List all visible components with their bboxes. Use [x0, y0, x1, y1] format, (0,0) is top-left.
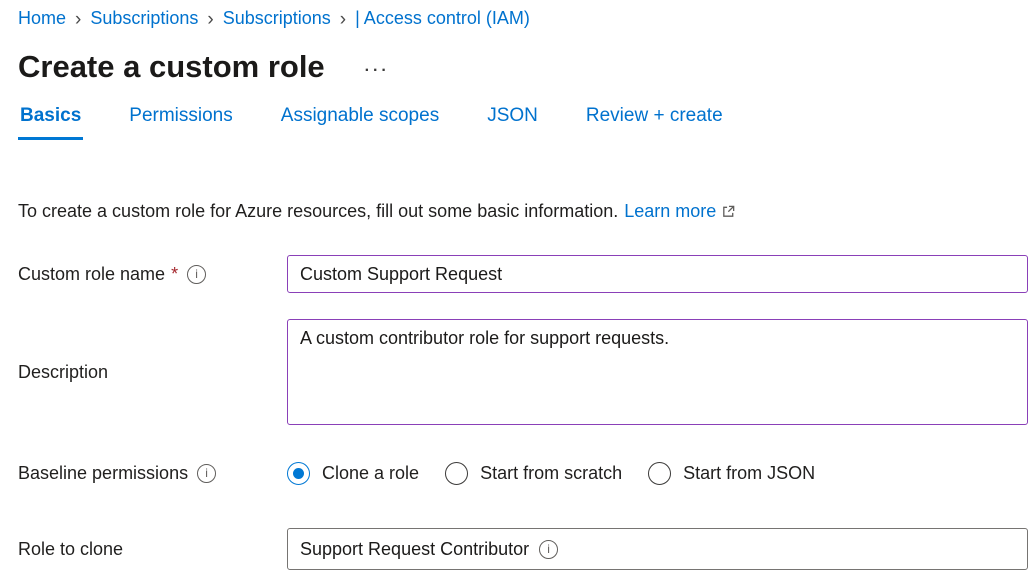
description-textarea[interactable]: A custom contributor role for support re… [287, 319, 1028, 425]
tab-permissions[interactable]: Permissions [127, 101, 234, 140]
learn-more-link[interactable]: Learn more [624, 201, 716, 222]
page-title: Create a custom role [18, 45, 325, 89]
baseline-permissions-label-cell: Baseline permissions i [18, 463, 287, 484]
baseline-permissions-label: Baseline permissions [18, 463, 188, 484]
role-to-clone-select[interactable]: Support Request Contributor i [287, 528, 1028, 570]
radio-start-from-json-label: Start from JSON [683, 463, 815, 484]
more-menu-icon[interactable]: ··· [365, 62, 390, 80]
breadcrumb-separator-icon: › [340, 9, 346, 29]
description-row: Description A custom contributor role fo… [18, 319, 1028, 425]
breadcrumb-subscriptions-2[interactable]: Subscriptions [223, 8, 331, 29]
radio-selected-icon [287, 462, 310, 485]
custom-role-name-row: Custom role name * i [18, 255, 1028, 293]
radio-start-from-json[interactable]: Start from JSON [648, 462, 815, 485]
breadcrumb-separator-icon: › [207, 9, 213, 29]
intro-text: To create a custom role for Azure resour… [18, 201, 618, 222]
description-label: Description [18, 362, 108, 383]
breadcrumb-subscriptions-1[interactable]: Subscriptions [90, 8, 198, 29]
custom-role-name-label-cell: Custom role name * i [18, 255, 287, 293]
breadcrumb: Home › Subscriptions › Subscriptions › |… [18, 8, 1028, 29]
custom-role-name-label: Custom role name [18, 264, 165, 285]
breadcrumb-home[interactable]: Home [18, 8, 66, 29]
tab-assignable-scopes[interactable]: Assignable scopes [279, 101, 441, 140]
role-to-clone-value: Support Request Contributor [300, 539, 529, 560]
baseline-permissions-row: Baseline permissions i Clone a role Star… [18, 452, 1028, 494]
radio-clone-a-role-label: Clone a role [322, 463, 419, 484]
external-link-icon [721, 204, 736, 219]
tab-json[interactable]: JSON [485, 101, 540, 140]
radio-unselected-icon [445, 462, 468, 485]
role-to-clone-label-cell: Role to clone [18, 528, 287, 570]
info-icon[interactable]: i [539, 540, 558, 559]
tab-basics[interactable]: Basics [18, 101, 83, 140]
role-to-clone-row: Role to clone Support Request Contributo… [18, 528, 1028, 570]
radio-clone-a-role[interactable]: Clone a role [287, 462, 419, 485]
intro-section: To create a custom role for Azure resour… [18, 201, 1028, 222]
baseline-permissions-radio-group: Clone a role Start from scratch Start fr… [287, 462, 815, 485]
required-asterisk: * [171, 264, 178, 285]
info-icon[interactable]: i [187, 265, 206, 284]
breadcrumb-current-page: | Access control (IAM) [355, 8, 530, 29]
custom-role-name-input[interactable] [287, 255, 1028, 293]
radio-start-from-scratch[interactable]: Start from scratch [445, 462, 622, 485]
tab-review-create[interactable]: Review + create [584, 101, 725, 140]
role-to-clone-label: Role to clone [18, 539, 123, 560]
tab-bar: Basics Permissions Assignable scopes JSO… [18, 101, 1028, 140]
info-icon[interactable]: i [197, 464, 216, 483]
radio-start-from-scratch-label: Start from scratch [480, 463, 622, 484]
page-header: Create a custom role ··· [18, 45, 1028, 89]
radio-unselected-icon [648, 462, 671, 485]
description-label-cell: Description [18, 319, 287, 425]
create-custom-role-page: Home › Subscriptions › Subscriptions › |… [0, 0, 1028, 586]
breadcrumb-separator-icon: › [75, 9, 81, 29]
